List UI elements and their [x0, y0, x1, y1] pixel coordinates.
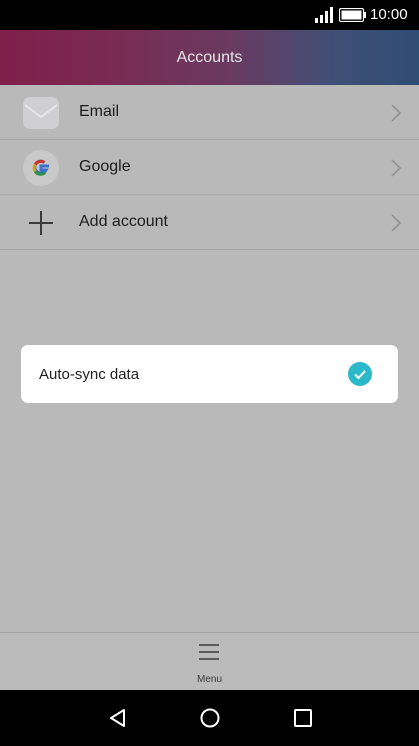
check-icon — [354, 370, 366, 380]
email-icon — [23, 97, 59, 129]
add-account-row[interactable]: Add account — [0, 195, 419, 250]
chevron-right-icon — [391, 104, 402, 122]
account-label: Google — [79, 158, 131, 175]
chevron-right-icon — [391, 214, 402, 232]
back-icon[interactable] — [107, 707, 129, 729]
account-row-google[interactable]: Google — [0, 140, 419, 195]
account-row-email[interactable]: Email — [0, 85, 419, 140]
navigation-bar — [0, 690, 419, 746]
page-title: Accounts — [176, 48, 243, 66]
auto-sync-label: Auto-sync data — [39, 366, 140, 383]
add-account-label: Add account — [79, 213, 168, 230]
chevron-right-icon — [391, 159, 402, 177]
menu-icon — [199, 644, 219, 660]
status-time: 10:00 — [370, 6, 408, 23]
plus-icon — [29, 211, 53, 235]
bottom-menu[interactable]: Menu — [0, 632, 419, 690]
signal-icon — [315, 7, 333, 23]
auto-sync-dialog[interactable]: Auto-sync data — [21, 345, 398, 403]
account-label: Email — [79, 103, 120, 120]
battery-icon — [339, 8, 366, 22]
app-header: Accounts — [0, 30, 419, 85]
google-icon — [23, 150, 59, 186]
recents-icon[interactable] — [292, 707, 314, 729]
status-bar: 10:00 — [0, 0, 419, 30]
home-icon[interactable] — [199, 707, 221, 729]
auto-sync-checkbox[interactable] — [348, 362, 372, 386]
menu-label: Menu — [196, 674, 222, 685]
